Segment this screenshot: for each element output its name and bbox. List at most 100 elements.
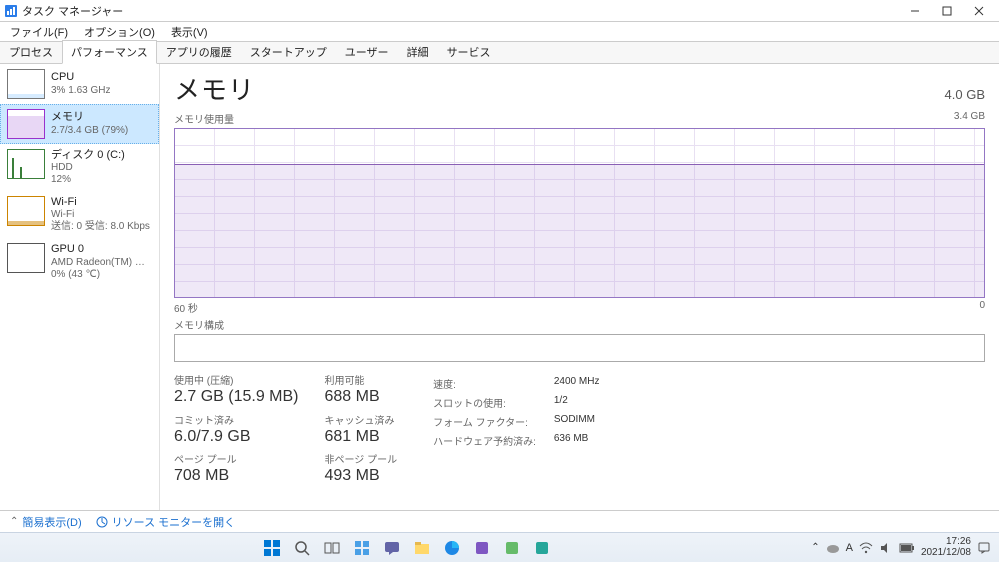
slots-label: スロットの使用:: [433, 395, 536, 410]
tray-date: 2021/12/08: [921, 548, 971, 559]
notifications-icon[interactable]: [977, 541, 991, 555]
sidebar-item-wifi[interactable]: Wi-Fi Wi-Fi 送信: 0 受信: 8.0 Kbps: [0, 191, 159, 238]
sidebar-item-disk[interactable]: ディスク 0 (C:) HDD 12%: [0, 144, 159, 191]
window-title: タスク マネージャー: [22, 3, 123, 19]
tab-processes[interactable]: プロセス: [0, 40, 62, 63]
fewer-details-button[interactable]: ⌃ 簡易表示(D): [10, 514, 82, 530]
sidebar-gpu-title: GPU 0: [51, 243, 145, 256]
sidebar-mem-sub: 2.7/3.4 GB (79%): [51, 125, 128, 137]
menu-options[interactable]: オプション(O): [78, 22, 161, 42]
tab-users[interactable]: ユーザー: [336, 40, 398, 63]
tray-time: 17:26: [946, 537, 971, 548]
pinned-app-2-icon[interactable]: [499, 535, 525, 561]
cache-value: 681 MB: [325, 428, 398, 446]
menubar: ファイル(F) オプション(O) 表示(V): [0, 22, 999, 42]
minimize-button[interactable]: [899, 0, 931, 22]
explorer-icon[interactable]: [409, 535, 435, 561]
edge-icon[interactable]: [439, 535, 465, 561]
form-label: フォーム ファクター:: [433, 414, 536, 429]
perf-detail-pane: メモリ 4.0 GB メモリ使用量 3.4 GB 60 秒 0 メモリ構成 使用…: [160, 64, 999, 510]
disk-mini-graph-icon: [7, 149, 45, 179]
sidebar-gpu-sub: AMD Radeon(TM) …: [51, 257, 145, 269]
window-footer: ⌃ 簡易表示(D) リソース モニターを開く: [0, 510, 999, 532]
sidebar-cpu-title: CPU: [51, 71, 110, 84]
maximize-button[interactable]: [931, 0, 963, 22]
open-resource-monitor-button[interactable]: リソース モニターを開く: [96, 514, 236, 530]
sidebar-disk-sub2: 12%: [51, 174, 125, 186]
gpu-mini-graph-icon: [7, 243, 45, 273]
task-view-icon[interactable]: [319, 535, 345, 561]
clock[interactable]: 17:26 2021/12/08: [921, 537, 971, 558]
memory-usage-chart: [174, 128, 985, 298]
onedrive-icon[interactable]: [826, 541, 840, 555]
main-area: CPU 3% 1.63 GHz メモリ 2.7/3.4 GB (79%) ディス…: [0, 64, 999, 510]
cpu-mini-graph-icon: [7, 69, 45, 99]
sidebar-cpu-sub: 3% 1.63 GHz: [51, 85, 110, 97]
commit-label: コミット済み: [174, 416, 299, 428]
chart-axis-right: 0: [979, 300, 985, 315]
pagedpool-label: ページ プール: [174, 455, 299, 467]
form-value: SODIMM: [554, 414, 600, 429]
pagedpool-value: 708 MB: [174, 467, 299, 485]
tray-chevron-icon[interactable]: ⌃: [811, 542, 819, 553]
sidebar-wifi-sub2: 送信: 0 受信: 8.0 Kbps: [51, 221, 150, 233]
pinned-app-1-icon[interactable]: [469, 535, 495, 561]
sidebar-item-cpu[interactable]: CPU 3% 1.63 GHz: [0, 64, 159, 104]
battery-tray-icon[interactable]: [899, 542, 915, 554]
close-button[interactable]: [963, 0, 995, 22]
menu-view[interactable]: 表示(V): [165, 22, 214, 42]
chart-label-top-left: メモリ使用量: [174, 111, 234, 126]
sidebar-gpu-sub2: 0% (43 ℃): [51, 269, 145, 281]
memory-mini-graph-icon: [7, 109, 45, 139]
perf-sidebar: CPU 3% 1.63 GHz メモリ 2.7/3.4 GB (79%) ディス…: [0, 64, 160, 510]
ime-indicator[interactable]: A: [846, 542, 853, 554]
menu-file[interactable]: ファイル(F): [4, 22, 74, 42]
tab-app-history[interactable]: アプリの履歴: [157, 40, 241, 63]
memory-stats: 使用中 (圧縮) 2.7 GB (15.9 MB) 利用可能 688 MB コミ…: [174, 376, 985, 485]
chart-axis-left: 60 秒: [174, 300, 198, 315]
chat-icon[interactable]: [379, 535, 405, 561]
hwreserved-label: ハードウェア予約済み:: [433, 433, 536, 448]
open-resource-monitor-label: リソース モニターを開く: [112, 514, 236, 530]
tabstrip: プロセス パフォーマンス アプリの履歴 スタートアップ ユーザー 詳細 サービス: [0, 42, 999, 64]
fewer-details-label: 簡易表示(D): [22, 514, 81, 530]
system-tray: ⌃ A 17:26 2021/12/08: [811, 537, 991, 558]
sidebar-wifi-title: Wi-Fi: [51, 196, 150, 209]
detail-capacity: 4.0 GB: [945, 87, 985, 102]
sidebar-disk-sub: HDD: [51, 162, 125, 174]
tab-details[interactable]: 詳細: [398, 40, 438, 63]
memory-composition-bar: [174, 334, 985, 362]
titlebar: タスク マネージャー: [0, 0, 999, 22]
hwreserved-value: 636 MB: [554, 433, 600, 448]
volume-tray-icon[interactable]: [879, 541, 893, 555]
detail-title: メモリ: [174, 70, 255, 107]
taskbar: ⌃ A 17:26 2021/12/08: [0, 532, 999, 562]
speed-value: 2400 MHz: [554, 376, 600, 391]
avail-label: 利用可能: [325, 376, 398, 388]
start-button[interactable]: [259, 535, 285, 561]
sidebar-wifi-sub: Wi-Fi: [51, 209, 150, 221]
resource-monitor-icon: [96, 516, 108, 528]
speed-label: 速度:: [433, 376, 536, 391]
tab-performance[interactable]: パフォーマンス: [62, 40, 157, 64]
nonpaged-value: 493 MB: [325, 467, 398, 485]
sidebar-disk-title: ディスク 0 (C:): [51, 149, 125, 162]
search-icon[interactable]: [289, 535, 315, 561]
widgets-icon[interactable]: [349, 535, 375, 561]
sidebar-mem-title: メモリ: [51, 111, 128, 124]
sidebar-item-memory[interactable]: メモリ 2.7/3.4 GB (79%): [0, 104, 159, 144]
pinned-app-3-icon[interactable]: [529, 535, 555, 561]
tab-services[interactable]: サービス: [438, 40, 500, 63]
cache-label: キャッシュ済み: [325, 416, 398, 428]
avail-value: 688 MB: [325, 388, 398, 406]
chart-label-top-right: 3.4 GB: [954, 111, 985, 126]
tab-startup[interactable]: スタートアップ: [241, 40, 336, 63]
wifi-tray-icon[interactable]: [859, 541, 873, 555]
commit-value: 6.0/7.9 GB: [174, 428, 299, 446]
inuse-label: 使用中 (圧縮): [174, 376, 299, 388]
app-icon: [4, 4, 18, 18]
sidebar-item-gpu[interactable]: GPU 0 AMD Radeon(TM) … 0% (43 ℃): [0, 238, 159, 285]
chevron-up-icon: ⌃: [10, 516, 18, 527]
nonpaged-label: 非ページ プール: [325, 455, 398, 467]
memory-composition-label: メモリ構成: [174, 317, 985, 332]
